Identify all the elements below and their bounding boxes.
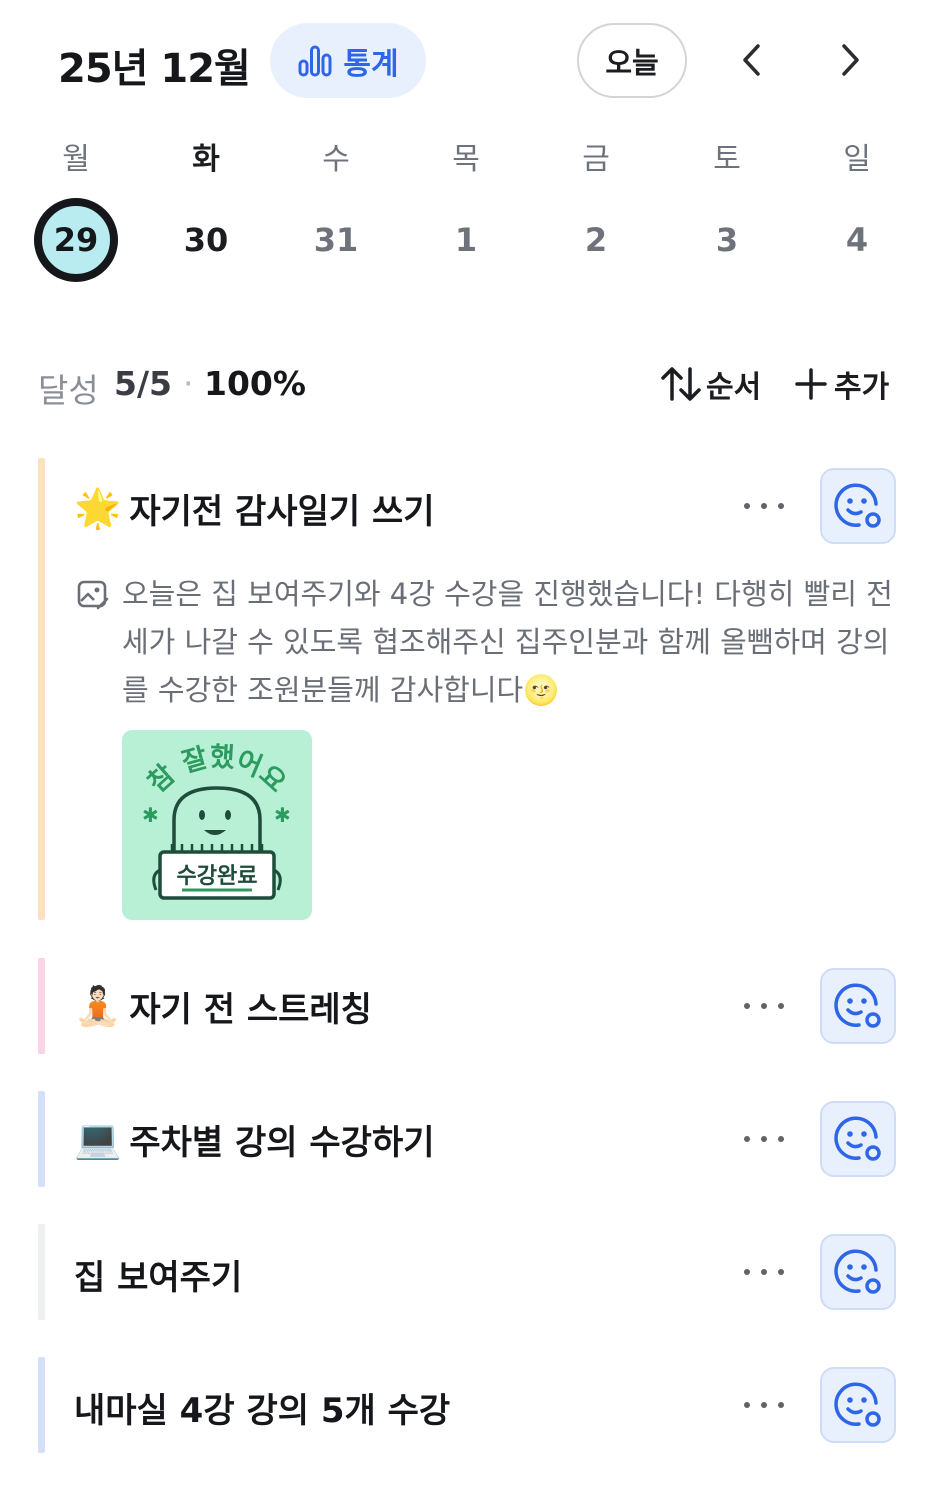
add-button[interactable]: 추가 [794,362,889,406]
task-title-text: 자기전 감사일기 쓰기 [129,492,435,532]
smile-face-icon [834,1116,881,1161]
more-dots-icon[interactable] [744,496,784,516]
more-dots-icon[interactable] [744,996,784,1016]
task-item[interactable]: 💻 주차별 강의 수강하기 [38,1091,898,1187]
today-button[interactable]: 오늘 [577,23,687,98]
smile-face-icon [834,1249,881,1294]
add-label: 추가 [834,370,890,405]
task-color-bar [38,1357,45,1453]
smile-face-icon [834,1382,881,1427]
task-title-text: 자기 전 스트레칭 [129,990,372,1030]
memo-image-icon [77,580,109,610]
svg-text:✱: ✱ [142,803,159,827]
svg-text:✱: ✱ [274,803,291,827]
bar-chart-icon [298,45,332,76]
task-item[interactable]: 🧘🏻 자기 전 스트레칭 [38,958,898,1054]
stats-label: 통계 [343,46,399,82]
more-dots-icon[interactable] [744,1262,784,1282]
task-title: 내마실 4강 강의 5개 수강 [74,1383,450,1432]
sort-arrows-icon [661,367,701,401]
order-label: 순서 [706,370,762,405]
task-title-text: 집 보여주기 [74,1258,243,1298]
weekday-sat: 토 [713,142,741,177]
task-item[interactable]: 🌟 자기전 감사일기 쓰기 오늘은 집 보여주기와 4강 수강을 진행했습니다!… [38,458,898,920]
sticker-sign-text: 수강완료 [177,864,258,889]
mood-button[interactable] [820,1101,896,1177]
star-icon: 🌟 [74,486,122,530]
weekday-sun: 일 [843,142,871,177]
mood-button[interactable] [820,1234,896,1310]
more-dots-icon[interactable] [744,1395,784,1415]
task-title: 🧘🏻 자기 전 스트레칭 [74,982,372,1031]
memo-text: 오늘은 집 보여주기와 4강 수강을 진행했습니다! 다행히 빨리 전세가 나갈… [122,577,893,707]
date-cell[interactable]: 2 [554,198,638,282]
task-color-bar [38,1224,45,1320]
task-title: 🌟 자기전 감사일기 쓰기 [74,484,435,533]
more-dots-icon[interactable] [744,1129,784,1149]
task-title-text: 주차별 강의 수강하기 [129,1123,435,1163]
task-title-text: 내마실 4강 강의 5개 수강 [74,1391,451,1431]
task-title: 💻 주차별 강의 수강하기 [74,1115,435,1164]
month-title: 25년 12월 [58,46,251,92]
task-item[interactable]: 집 보여주기 [38,1224,898,1320]
mood-button[interactable] [820,968,896,1044]
weekday-wed: 수 [322,142,350,177]
achievement-count: 5/5 [114,364,172,403]
smile-face-icon [834,483,881,528]
achievement-percent: 100% [204,364,306,403]
prev-week-button[interactable] [730,38,774,82]
mood-button[interactable] [820,468,896,544]
separator-dot: · [183,364,194,403]
weekday-tue: 화 [192,142,220,177]
mood-button[interactable] [820,1367,896,1443]
date-cell[interactable]: 4 [815,198,899,282]
next-week-button[interactable] [828,38,872,82]
plus-icon [795,368,827,400]
task-item[interactable]: 내마실 4강 강의 5개 수강 [38,1357,898,1453]
task-color-bar [38,1091,45,1187]
chevron-left-icon [743,44,760,76]
task-color-bar [38,958,45,1054]
yoga-icon: 🧘🏻 [74,984,122,1028]
weekday-mon: 월 [62,142,90,177]
weekday-row: 월 화 수 목 금 토 일 [0,134,934,178]
weekday-fri: 금 [582,142,610,177]
sticker-image[interactable]: 참 잘했어요 ✱ ✱ 수강완료 [122,730,312,920]
date-row: 29 30 31 1 2 3 4 [0,198,934,284]
date-cell[interactable]: 1 [424,198,508,282]
date-cell[interactable]: 30 [164,198,248,282]
task-title: 집 보여주기 [74,1250,242,1299]
stats-button[interactable]: 통계 [270,23,426,98]
chevron-right-icon [842,44,859,76]
date-cell[interactable]: 31 [294,198,378,282]
laptop-icon: 💻 [74,1117,122,1161]
achievement-label: 달성 [38,371,99,410]
task-color-bar [38,458,45,920]
date-cell[interactable]: 3 [685,198,769,282]
date-cell-today[interactable]: 29 [34,198,118,282]
calendar-header: 25년 12월 통계 오늘 [0,0,934,120]
weekday-thu: 목 [452,142,480,177]
achievement-summary: 달성 5/5 · 100% 순서 추가 [38,362,898,410]
smile-face-icon [834,983,881,1028]
order-button[interactable]: 순서 [660,362,761,406]
